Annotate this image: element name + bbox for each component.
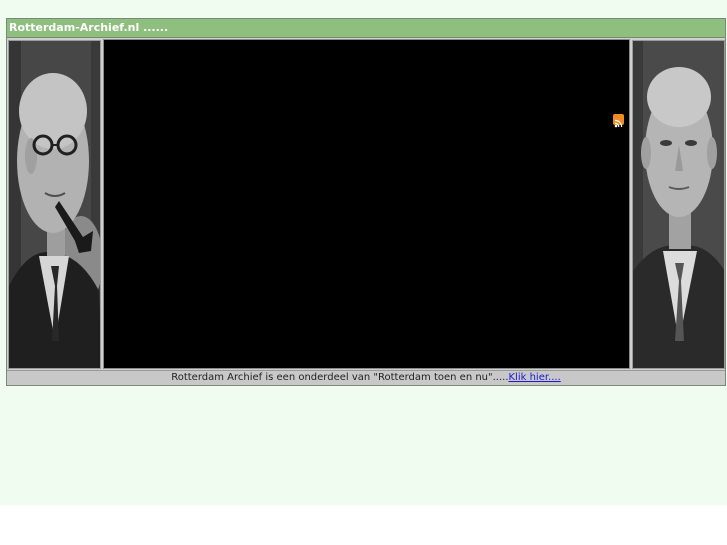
footer-text: Rotterdam Archief is een onderdeel van "… bbox=[171, 372, 509, 383]
page-title: Rotterdam-Archief.nl ...... bbox=[7, 19, 725, 38]
video-player-area[interactable] bbox=[103, 39, 630, 369]
rss-icon[interactable] bbox=[613, 114, 624, 128]
archive-frame: Rotterdam-Archief.nl ...... Rotterdam Ar… bbox=[6, 18, 726, 386]
klik-hier-link[interactable]: Klik hier.... bbox=[509, 372, 561, 383]
portrait-right-image bbox=[632, 40, 725, 369]
footer-bar: Rotterdam Archief is een onderdeel van "… bbox=[7, 370, 725, 385]
portrait-left-image bbox=[8, 40, 101, 369]
